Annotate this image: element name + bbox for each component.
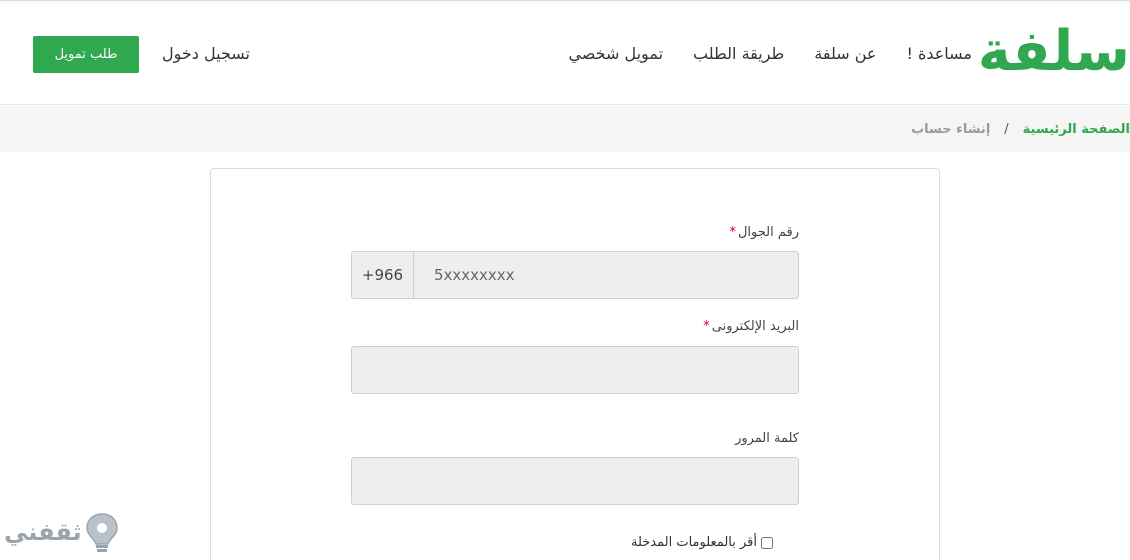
phone-field-group: +966 [351,251,799,299]
phone-label: رقم الجوال* [729,225,799,240]
nav-how-to-apply[interactable]: طريقة الطلب [693,44,784,63]
breadcrumb-separator: / [1004,122,1009,137]
request-finance-button[interactable]: طلب تمويل [33,36,139,73]
password-label: كلمة المرور [735,431,799,446]
login-link[interactable]: تسجيل دخول [162,44,250,63]
breadcrumb: الصفحة الرئيسية / إنشاء حساب [911,122,1130,137]
lightbulb-icon [85,513,118,552]
signup-form-card: رقم الجوال* +966 البريد الإلكترونى* كلمة… [210,168,940,560]
nav-about[interactable]: عن سلفة [814,44,876,63]
breadcrumb-home[interactable]: الصفحة الرئيسية [1023,122,1130,137]
email-input[interactable] [352,347,798,393]
breadcrumb-bar: الصفحة الرئيسية / إنشاء حساب [0,106,1130,152]
password-input[interactable] [352,458,798,504]
password-field[interactable] [351,457,799,505]
required-mark: * [703,319,710,334]
breadcrumb-current: إنشاء حساب [911,122,991,137]
logo[interactable]: سلفة [978,22,1130,82]
agree-checkbox-row[interactable]: أقر بالمعلومات المدخلة [631,535,773,550]
required-mark: * [729,225,736,240]
email-label: البريد الإلكترونى* [703,319,799,334]
phone-input[interactable] [414,252,798,298]
country-code-prefix: +966 [352,252,414,298]
agree-label: أقر بالمعلومات المدخلة [631,535,757,550]
nav-help[interactable]: مساعدة ! [906,44,972,63]
nav-personal-finance[interactable]: تمويل شخصي [568,44,663,63]
watermark: ثقفني [4,510,120,554]
watermark-text: ثقفني [4,518,82,546]
site-header: سلفة تمويل شخصي طريقة الطلب عن سلفة مساع… [0,4,1130,105]
main-nav: تمويل شخصي طريقة الطلب عن سلفة مساعدة ! [568,44,972,63]
email-field[interactable] [351,346,799,394]
agree-checkbox[interactable] [761,536,773,549]
